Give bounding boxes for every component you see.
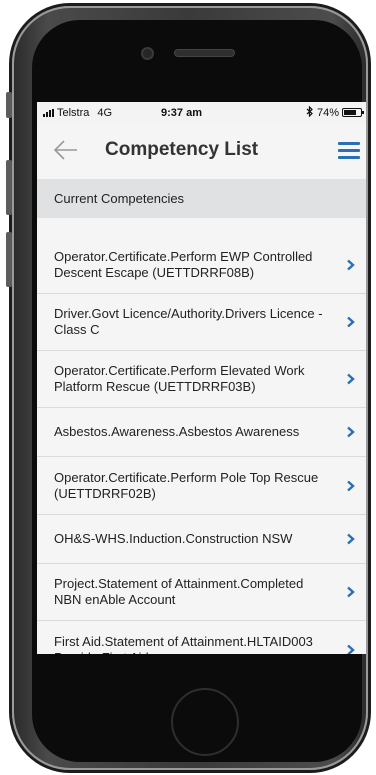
menu-bar — [338, 156, 360, 159]
battery-percent: 74% — [316, 106, 339, 119]
chevron-right-icon — [347, 533, 355, 545]
chevron-right-icon — [347, 644, 355, 654]
front-camera — [143, 49, 152, 58]
battery-fill — [344, 110, 356, 115]
section-spacer — [37, 218, 366, 236]
network-type: 4G — [97, 106, 113, 119]
list-item-label: Driver.Govt Licence/Authority.Drivers Li… — [54, 306, 323, 337]
menu-bar — [338, 149, 360, 152]
list-item-label: Project.Statement of Attainment.Complete… — [54, 576, 304, 607]
list-item[interactable]: OH&S-WHS.Induction.Construction NSW — [37, 515, 366, 564]
app-header: Competency List — [37, 123, 366, 179]
menu-bar — [338, 142, 360, 145]
list-item-label: Asbestos.Awareness.Asbestos Awareness — [54, 424, 300, 439]
list-item-label: Operator.Certificate.Perform Elevated Wo… — [54, 363, 305, 394]
list-item[interactable]: Operator.Certificate.Perform EWP Control… — [37, 236, 366, 294]
list-item-label: Operator.Certificate.Perform EWP Control… — [54, 248, 313, 280]
mute-switch — [6, 92, 12, 118]
chevron-right-icon — [347, 426, 355, 438]
chevron-right-icon — [347, 586, 355, 598]
chevron-right-icon — [347, 316, 355, 328]
status-bar: Telstra 4G 9:37 am 74% — [37, 102, 366, 123]
volume-down-button — [6, 232, 12, 287]
app-screen: Telstra 4G 9:37 am 74% Competency List C… — [37, 102, 366, 654]
clock: 9:37 am — [161, 106, 202, 119]
bluetooth-icon — [306, 105, 314, 120]
battery-icon — [342, 108, 364, 117]
back-arrow-icon[interactable] — [53, 139, 79, 161]
list-item[interactable]: Driver.Govt Licence/Authority.Drivers Li… — [37, 294, 366, 351]
carrier-group: Telstra 4G — [43, 107, 161, 119]
home-button[interactable] — [171, 688, 239, 756]
page-title: Competency List — [105, 139, 259, 160]
list-item[interactable]: Asbestos.Awareness.Asbestos Awareness — [37, 408, 366, 457]
section-header: Current Competencies — [37, 179, 366, 218]
hamburger-menu-icon[interactable] — [338, 142, 360, 159]
chevron-right-icon — [347, 480, 355, 491]
signal-icon — [43, 108, 54, 117]
status-right: 74% — [306, 105, 364, 120]
list-item-label: First Aid.Statement of Attainment.HLTAID… — [54, 634, 313, 654]
chevron-right-icon — [347, 259, 355, 270]
list-item[interactable]: First Aid.Statement of Attainment.HLTAID… — [37, 621, 366, 654]
list-item[interactable]: Project.Statement of Attainment.Complete… — [37, 564, 366, 621]
list-item-label: OH&S-WHS.Induction.Construction NSW — [54, 531, 293, 546]
volume-up-button — [6, 160, 12, 215]
list-item[interactable]: Operator.Certificate.Perform Elevated Wo… — [37, 351, 366, 408]
chevron-right-icon — [347, 373, 355, 385]
carrier-name: Telstra — [57, 106, 90, 119]
list-item[interactable]: Operator.Certificate.Perform Pole Top Re… — [37, 457, 366, 515]
list-item-label: Operator.Certificate.Perform Pole Top Re… — [54, 469, 319, 501]
competency-list: Operator.Certificate.Perform EWP Control… — [37, 236, 366, 654]
earpiece-speaker — [175, 50, 234, 56]
